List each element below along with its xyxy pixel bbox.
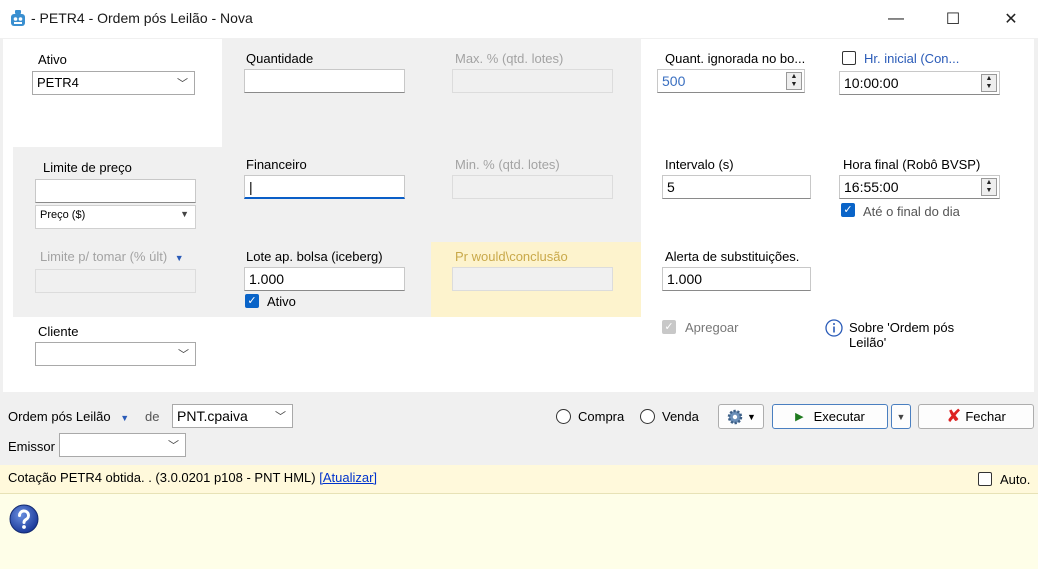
venda-label: Venda xyxy=(662,409,699,424)
min-pct-input[interactable] xyxy=(452,175,613,199)
hr-inicial-input[interactable]: 10:00:00 ▲ ▼ xyxy=(839,71,1000,95)
apregoar-label: Apregoar xyxy=(685,320,739,335)
hora-final-value: 16:55:00 xyxy=(844,179,899,195)
close-x-icon: ✘ xyxy=(946,406,962,426)
executar-menu-button[interactable]: ▼ xyxy=(891,404,911,429)
status-message: Cotação PETR4 obtida. . (3.0.0201 p108 -… xyxy=(8,470,316,485)
de-label: de xyxy=(145,409,160,424)
ativo-check-label: Ativo xyxy=(267,294,296,309)
financeiro-input[interactable]: | xyxy=(244,175,405,199)
hora-final-label: Hora final (Robô BVSP) xyxy=(843,157,981,172)
window-title: - PETR4 - Ordem pós Leilão - Nova xyxy=(31,10,253,26)
ate-final-checkbox[interactable]: ✓ xyxy=(841,203,855,217)
spinner-icon[interactable]: ▲ ▼ xyxy=(786,72,802,90)
max-pct-label: Max. % (qtd. lotes) xyxy=(455,51,564,66)
chevron-down-icon: ﹀ xyxy=(275,411,286,423)
chevron-down-icon: ﹀ xyxy=(168,440,179,452)
alerta-input[interactable]: 1.000 xyxy=(662,267,811,291)
ate-final-label: Até o final do dia xyxy=(863,204,960,219)
lote-bolsa-input[interactable]: 1.000 xyxy=(244,267,405,291)
atualizar-link[interactable]: [Atualizar] xyxy=(319,470,377,485)
compra-radio[interactable] xyxy=(556,409,571,424)
limite-preco-input[interactable] xyxy=(35,179,196,203)
caret-down-icon: ▼ xyxy=(174,253,184,263)
venda-radio[interactable] xyxy=(640,409,655,424)
order-type-label: Ordem pós Leilão xyxy=(8,409,111,424)
sobre-link[interactable]: Sobre 'Ordem pós Leilão' xyxy=(849,320,989,350)
info-icon[interactable] xyxy=(825,319,843,337)
intervalo-input[interactable]: 5 xyxy=(662,175,811,199)
quant-ignorada-input[interactable]: 500 ▲ ▼ xyxy=(657,69,805,93)
conta-value: PNT.cpaiva xyxy=(177,408,248,424)
lote-bolsa-label: Lote ap. bolsa (iceberg) xyxy=(246,249,383,264)
hr-inicial-label: Hr. inicial (Con... xyxy=(864,51,960,66)
ativo-value: PETR4 xyxy=(37,75,79,90)
minimize-button[interactable]: — xyxy=(873,0,919,38)
spinner-icon[interactable]: ▲ ▼ xyxy=(981,74,997,92)
preco-type-combo[interactable]: Preço ($) ▼ xyxy=(35,205,196,229)
pr-would-label: Pr would\conclusão xyxy=(455,249,568,264)
limite-tomar-input[interactable] xyxy=(35,269,196,293)
close-button[interactable]: ✕ xyxy=(988,0,1034,38)
spinner-icon[interactable]: ▲ ▼ xyxy=(981,178,997,196)
max-pct-input[interactable] xyxy=(452,69,613,93)
order-form: Ativo PETR4 ﹀ Quantidade Max. % (qtd. lo… xyxy=(3,39,1034,392)
executar-button[interactable]: ▶ Executar xyxy=(772,404,888,429)
help-icon[interactable] xyxy=(8,503,40,535)
play-icon: ▶ xyxy=(795,411,804,423)
limite-tomar-text: Limite p/ tomar (% últ) xyxy=(40,249,168,264)
chevron-down-icon: ﹀ xyxy=(178,349,189,361)
quantidade-input[interactable] xyxy=(244,69,405,93)
caret-down-icon: ▼ xyxy=(180,209,189,219)
fechar-button[interactable]: ✘ Fechar xyxy=(918,404,1034,429)
caret-down-icon: ▼ xyxy=(747,411,756,422)
order-type-selector[interactable]: Ordem pós Leilão ▼ xyxy=(8,409,129,424)
cliente-label: Cliente xyxy=(38,324,79,339)
min-pct-label: Min. % (qtd. lotes) xyxy=(455,157,560,172)
cliente-combo[interactable]: ﹀ xyxy=(35,342,196,366)
quant-ignorada-label: Quant. ignorada no bo... xyxy=(665,51,806,66)
limite-tomar-label[interactable]: Limite p/ tomar (% últ) ▼ xyxy=(40,249,184,264)
apregoar-checkbox[interactable]: ✓ xyxy=(662,320,676,334)
emissor-combo[interactable]: ﹀ xyxy=(59,433,186,457)
caret-down-icon: ▼ xyxy=(896,411,906,422)
status-text: Cotação PETR4 obtida. . (3.0.0201 p108 -… xyxy=(8,470,377,485)
quant-ignorada-value: 500 xyxy=(662,73,686,89)
message-area xyxy=(0,493,1038,569)
caret-down-icon: ▼ xyxy=(120,413,130,423)
executar-label: Executar xyxy=(813,409,865,424)
auto-checkbox[interactable] xyxy=(978,472,992,486)
settings-button[interactable]: ▼ xyxy=(718,404,764,429)
ativo-checkbox[interactable]: ✓ xyxy=(245,294,259,308)
robot-icon xyxy=(11,10,25,26)
title-bar: - PETR4 - Ordem pós Leilão - Nova — ☐ ✕ xyxy=(0,0,1038,38)
conta-combo[interactable]: PNT.cpaiva ﹀ xyxy=(172,404,293,428)
hora-final-input[interactable]: 16:55:00 ▲ ▼ xyxy=(839,175,1000,199)
ativo-combo[interactable]: PETR4 ﹀ xyxy=(32,71,195,95)
hr-inicial-value: 10:00:00 xyxy=(844,75,899,91)
auto-label: Auto. xyxy=(1000,472,1031,487)
alerta-label: Alerta de substituições. xyxy=(665,249,800,264)
intervalo-label: Intervalo (s) xyxy=(665,157,734,172)
ativo-label: Ativo xyxy=(38,52,67,67)
chevron-down-icon: ﹀ xyxy=(177,78,188,90)
status-bar: Cotação PETR4 obtida. . (3.0.0201 p108 -… xyxy=(0,465,1038,493)
fechar-label: Fechar xyxy=(965,409,1006,424)
maximize-button[interactable]: ☐ xyxy=(930,0,976,38)
emissor-label: Emissor xyxy=(8,439,55,454)
hr-inicial-checkbox[interactable] xyxy=(842,51,856,65)
financeiro-label: Financeiro xyxy=(246,157,307,172)
limite-preco-label: Limite de preço xyxy=(43,160,132,175)
compra-label: Compra xyxy=(578,409,625,424)
preco-type-value: Preço ($) xyxy=(40,209,86,221)
quantidade-label: Quantidade xyxy=(246,51,314,66)
pr-would-input[interactable] xyxy=(452,267,613,291)
gear-icon xyxy=(727,409,743,424)
